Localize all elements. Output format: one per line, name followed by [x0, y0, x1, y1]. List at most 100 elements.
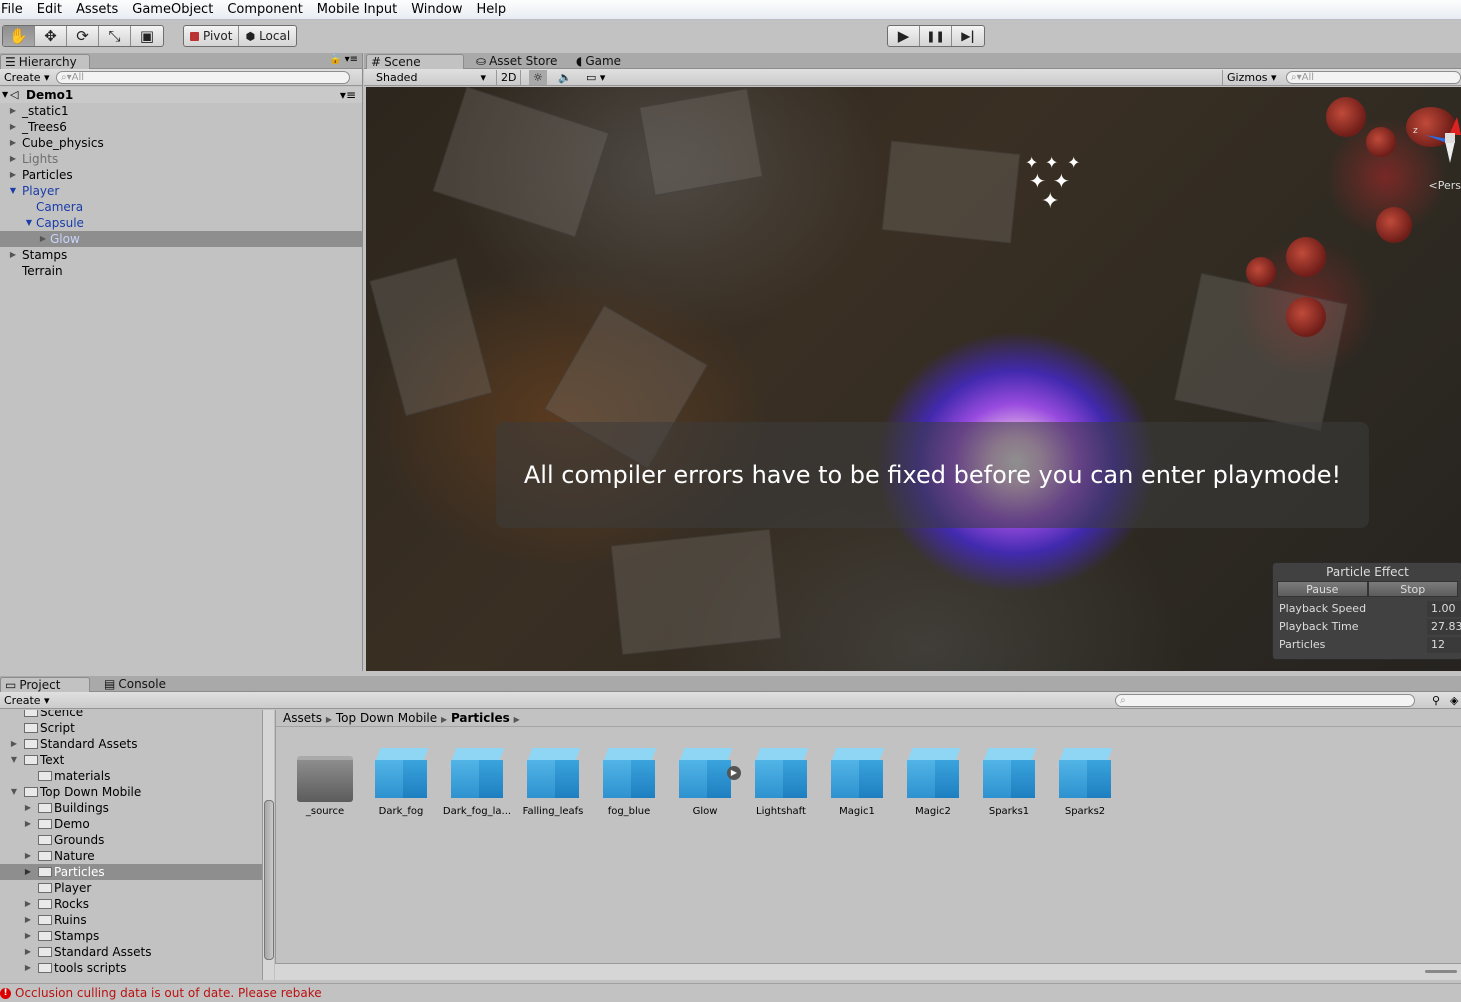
breadcrumb-assets[interactable]: Assets [283, 711, 322, 725]
folder-item[interactable]: ▶ Demo [0, 816, 262, 832]
hierarchy-item[interactable]: ▶ _Trees6 [0, 119, 362, 135]
gizmos-dropdown[interactable]: Gizmos ▾ [1222, 70, 1281, 85]
filter-by-type-button[interactable]: ⚲ [1428, 693, 1444, 708]
move-tool-button[interactable]: ✥ [35, 26, 67, 46]
panel-menu-icon[interactable]: 🔒 ▾≡ [329, 54, 358, 65]
tab-console[interactable]: ▤ Console [100, 677, 174, 692]
mushroom-shape [1286, 297, 1326, 337]
menu-gameobject[interactable]: GameObject [125, 0, 220, 20]
icon-size-slider[interactable] [1425, 970, 1457, 973]
hierarchy-item[interactable]: ▶ Particles [0, 167, 362, 183]
asset-item[interactable]: ▶ Glow [667, 746, 743, 817]
hierarchy-item[interactable]: ▶ Lights [0, 151, 362, 167]
folder-tree-scrollbar[interactable] [262, 710, 274, 980]
folder-item[interactable]: Scence [0, 710, 262, 720]
breadcrumb-particles[interactable]: Particles [451, 711, 510, 725]
menu-edit[interactable]: Edit [30, 0, 69, 20]
light-gizmos[interactable]: ✦ ✦ ✦ ✦ ✦ ✦ [1021, 153, 1081, 214]
create-dropdown[interactable]: Create ▾ [0, 70, 54, 85]
perspective-label[interactable]: <Pers [1429, 179, 1461, 192]
folder-item[interactable]: ▼ Text [0, 752, 262, 768]
folder-item[interactable]: ▶ Ruins [0, 912, 262, 928]
folder-item[interactable]: Player [0, 880, 262, 896]
tab-hierarchy[interactable]: ☰ Hierarchy [0, 54, 90, 69]
move-icon: ✥ [44, 27, 57, 45]
local-button[interactable]: ⬢ Local [239, 26, 296, 46]
stop-button[interactable]: Stop [1367, 581, 1458, 597]
folder-item[interactable]: materials [0, 768, 262, 784]
menu-help[interactable]: Help [470, 0, 514, 20]
menu-window[interactable]: Window [404, 0, 469, 20]
folder-item[interactable]: ▶ Buildings [0, 800, 262, 816]
folder-item[interactable]: ▶ Nature [0, 848, 262, 864]
step-button[interactable]: ▶| [952, 26, 984, 46]
folder-item[interactable]: Script [0, 720, 262, 736]
asset-item[interactable]: _source [287, 746, 363, 817]
hierarchy-item[interactable]: Terrain [0, 263, 362, 279]
asset-item[interactable]: Magic1 [819, 746, 895, 817]
rect-tool-button[interactable]: ▣ [131, 26, 163, 46]
scene-menu-icon[interactable]: ▾≡ [340, 87, 356, 103]
folder-item[interactable]: ▼ Top Down Mobile [0, 784, 262, 800]
asset-item[interactable]: fog_blue [591, 746, 667, 817]
asset-item[interactable]: Lightshaft [743, 746, 819, 817]
asset-item[interactable]: Sparks1 [971, 746, 1047, 817]
asset-item[interactable]: Falling_leafs [515, 746, 591, 817]
play-button[interactable]: ▶ [888, 26, 920, 46]
folder-item-selected[interactable]: ▶ Particles [0, 864, 262, 880]
hierarchy-search-input[interactable]: ⌕▾All [56, 71, 350, 84]
folder-item[interactable]: ▶ Stamps [0, 928, 262, 944]
asset-item[interactable]: Magic2 [895, 746, 971, 817]
particle-effect-panel: Particle Effect Pause Stop Playback Spee… [1272, 562, 1461, 660]
folder-item[interactable]: ▶ Standard Assets [0, 944, 262, 960]
search-icon: ⌕▾ [1291, 72, 1302, 83]
playback-time-field[interactable]: 27.83 [1427, 619, 1461, 635]
hand-tool-button[interactable]: ✋ [3, 26, 35, 46]
playback-speed-field[interactable]: 1.00 [1427, 601, 1461, 617]
filter-by-label-button[interactable]: ◈ [1446, 693, 1461, 708]
scene-root[interactable]: ▼ ◁ Demo1 ▾≡ [0, 87, 362, 103]
folder-item[interactable]: ▶ Rocks [0, 896, 262, 912]
scale-tool-button[interactable]: ⤡ [99, 26, 131, 46]
hierarchy-item[interactable]: ▼ Capsule [0, 215, 362, 231]
hierarchy-item[interactable]: Camera [0, 199, 362, 215]
tab-scene[interactable]: # Scene [366, 54, 464, 69]
tab-game[interactable]: ◖ Game [572, 54, 629, 69]
breadcrumb-top-down-mobile[interactable]: Top Down Mobile [336, 711, 437, 725]
menu-file[interactable]: File [0, 0, 30, 20]
folder-item[interactable]: ▶ Standard Assets [0, 736, 262, 752]
hierarchy-panel: ☰ Hierarchy 🔒 ▾≡ Create ▾ ⌕▾All ▼ ◁ Demo1… [0, 53, 363, 671]
asset-item[interactable]: Dark_fog [363, 746, 439, 817]
folder-item[interactable]: ▶ tools scripts [0, 960, 262, 976]
pause-button[interactable]: Pause [1277, 581, 1368, 597]
hierarchy-item[interactable]: ▼ Player [0, 183, 362, 199]
hierarchy-item[interactable]: ▶ Stamps [0, 247, 362, 263]
create-dropdown[interactable]: Create ▾ [0, 693, 54, 708]
scrollbar-thumb[interactable] [264, 800, 274, 960]
scene-search-input[interactable]: ⌕▾All [1286, 71, 1461, 84]
audio-toggle[interactable]: 🔈 [554, 70, 576, 85]
tab-asset-store[interactable]: ⛀ Asset Store [472, 54, 565, 69]
lighting-toggle[interactable]: ☼ [529, 70, 547, 85]
menu-mobile-input[interactable]: Mobile Input [310, 0, 404, 20]
tab-project[interactable]: ▭ Project [0, 677, 90, 692]
rotate-tool-button[interactable]: ⟳ [67, 26, 99, 46]
hierarchy-item[interactable]: ▶ Cube_physics [0, 135, 362, 151]
2d-toggle[interactable]: 2D [496, 70, 522, 85]
asset-item[interactable]: Sparks2 [1047, 746, 1123, 817]
pause-button[interactable]: ❚❚ [920, 26, 952, 46]
hierarchy-item-selected[interactable]: ▶ Glow [0, 231, 362, 247]
shading-dropdown[interactable]: Shaded ▾ [372, 70, 490, 85]
menu-component[interactable]: Component [220, 0, 309, 20]
pivot-button[interactable]: Pivot [184, 26, 240, 46]
menu-assets[interactable]: Assets [69, 0, 125, 20]
folder-item[interactable]: Grounds [0, 832, 262, 848]
status-bar[interactable]: ! Occlusion culling data is out of date.… [0, 983, 1461, 1002]
asset-item[interactable]: Dark_fog_la... [439, 746, 515, 817]
project-search-input[interactable]: ⌕ [1115, 694, 1415, 707]
orientation-gizmo[interactable]: z [1411, 97, 1461, 167]
expand-prefab-icon[interactable]: ▶ [727, 766, 741, 780]
scene-viewport[interactable]: ✦ ✦ ✦ ✦ ✦ ✦ z <Pers All compiler errors … [366, 87, 1461, 671]
effects-dropdown[interactable]: ▭ ▾ [582, 70, 609, 85]
hierarchy-item[interactable]: ▶ _static1 [0, 103, 362, 119]
